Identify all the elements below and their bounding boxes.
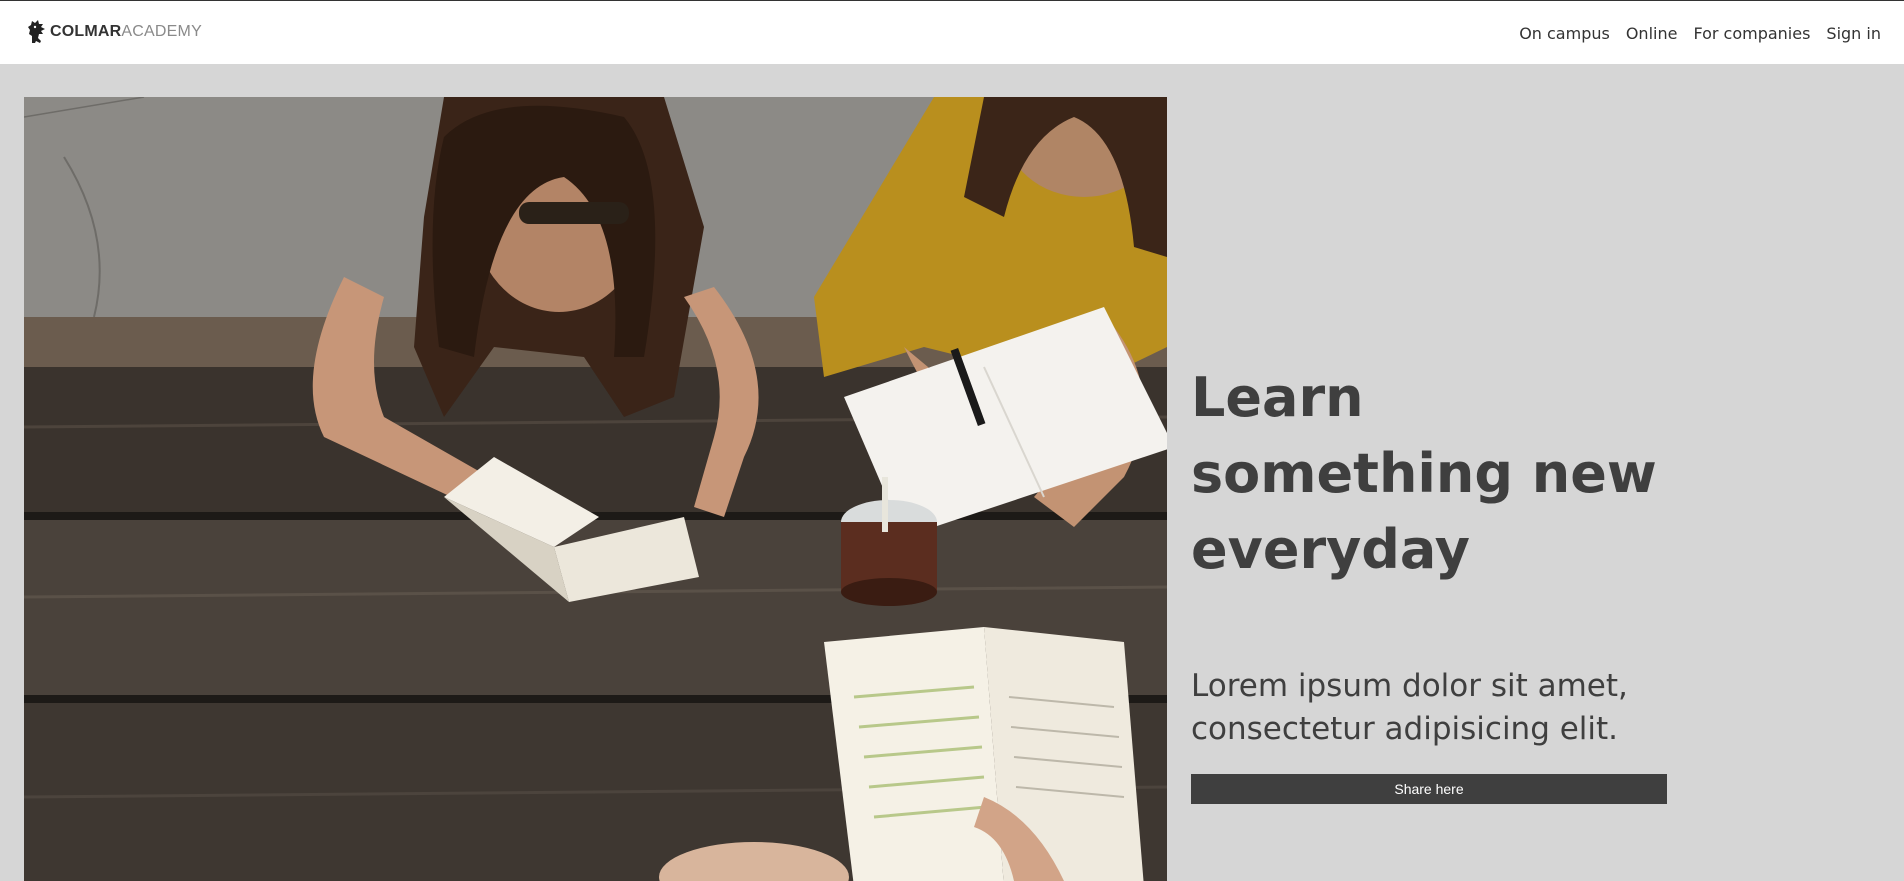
hero-text-block: Learn something new everyday Lorem ipsum…: [1191, 360, 1671, 804]
logo-text-bold: COLMAR: [50, 23, 122, 40]
hero-image: [24, 97, 1167, 881]
nav-link-online[interactable]: Online: [1626, 24, 1678, 43]
logo-text-light: ACADEMY: [121, 23, 202, 40]
lion-crest-icon: [26, 19, 48, 45]
main-nav: On campus Online For companies Sign in: [1519, 24, 1881, 43]
site-logo[interactable]: COLMAR ACADEMY: [26, 19, 202, 45]
top-navigation-bar: COLMAR ACADEMY On campus Online For compa…: [0, 0, 1904, 64]
hero-headline: Learn something new everyday: [1191, 366, 1657, 581]
share-button[interactable]: Share here: [1191, 774, 1667, 804]
nav-link-on-campus[interactable]: On campus: [1519, 24, 1610, 43]
students-studying-photo-icon: [24, 97, 1167, 881]
nav-link-sign-in[interactable]: Sign in: [1826, 24, 1881, 43]
hero-subtext: Lorem ipsum dolor sit amet, consectetur …: [1191, 668, 1628, 747]
nav-link-for-companies[interactable]: For companies: [1693, 24, 1810, 43]
